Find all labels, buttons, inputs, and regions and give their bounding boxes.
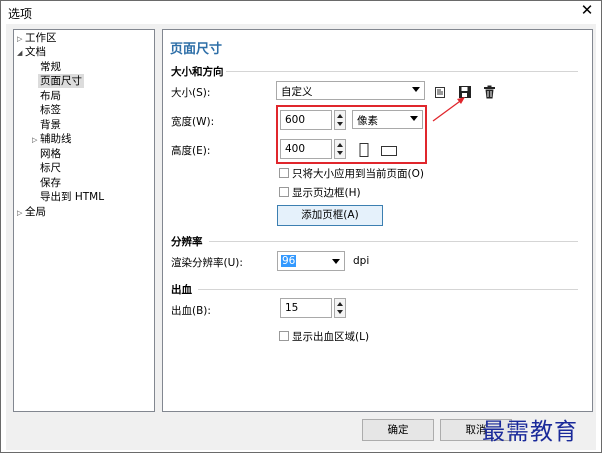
tree-item-label: 常规 — [40, 61, 61, 73]
expand-arrow-icon: ▷ — [32, 136, 38, 144]
section-title-bleed: 出血 — [171, 284, 192, 296]
dpi-unit: dpi — [353, 255, 370, 267]
tree-item-export-html[interactable]: 导出到 HTML — [40, 190, 104, 204]
size-dropdown-value: 自定义 — [281, 86, 313, 98]
tree-item-document[interactable]: ◢ 文档 — [17, 45, 46, 59]
section-divider — [226, 71, 578, 72]
tree-item-label: 页面尺寸 — [40, 75, 82, 87]
width-label: 宽度(W): — [171, 116, 215, 128]
tree-item-label: 保存 — [40, 177, 61, 189]
section-title-resolution: 分辨率 — [171, 236, 203, 248]
show-bleed-checkbox[interactable] — [279, 331, 289, 341]
tree-item-layout[interactable]: 布局 — [40, 89, 61, 103]
bleed-stepper[interactable] — [334, 298, 346, 318]
tree-item-label: 文档 — [25, 46, 46, 58]
tree-item-labels[interactable]: 标签 — [40, 103, 61, 117]
chevron-down-icon — [412, 87, 420, 92]
tree-item-label: 标签 — [40, 104, 61, 116]
trash-icon[interactable] — [483, 85, 496, 99]
tree-item-background[interactable]: 背景 — [40, 118, 61, 132]
section-divider — [209, 241, 578, 242]
expand-arrow-icon: ▷ — [17, 209, 23, 217]
page-title: 页面尺寸 — [170, 42, 223, 57]
render-resolution-dropdown[interactable]: 96 — [277, 251, 345, 271]
tree-item-label: 网格 — [40, 148, 61, 160]
tree-item-label: 辅助线 — [40, 133, 72, 145]
highlight-box — [276, 105, 427, 164]
tree-item-page-size[interactable]: 页面尺寸 — [38, 74, 84, 88]
size-label: 大小(S): — [171, 87, 211, 99]
tree-item-workspace[interactable]: ▷ 工作区 — [17, 31, 57, 45]
chevron-down-icon — [332, 259, 340, 264]
tree-item-grid[interactable]: 网格 — [40, 147, 61, 161]
expand-arrow-icon: ▷ — [17, 35, 23, 43]
tree-item-label: 导出到 HTML — [40, 191, 105, 203]
close-icon[interactable]: ✕ — [578, 2, 596, 18]
window-title: 选项 — [8, 7, 33, 21]
render-resolution-value: 96 — [281, 255, 297, 267]
apply-current-label: 只将大小应用到当前页面(O) — [292, 168, 424, 180]
section-divider — [198, 289, 578, 290]
render-resolution-label: 渲染分辨率(U): — [171, 257, 243, 269]
tree-item-label: 背景 — [40, 119, 61, 131]
bleed-input[interactable]: 15 — [280, 298, 332, 318]
tree-item-label: 工作区 — [25, 32, 57, 44]
tree-item-guidelines[interactable]: ▷ 辅助线 — [32, 132, 72, 146]
bleed-value: 15 — [285, 302, 299, 314]
apply-current-checkbox[interactable] — [279, 168, 289, 178]
spin-up-icon — [337, 302, 343, 306]
tree-item-rulers[interactable]: 标尺 — [40, 161, 61, 175]
add-frame-button[interactable]: 添加页框(A) — [277, 205, 383, 226]
ok-button[interactable]: 确定 — [362, 419, 434, 441]
show-bleed-label: 显示出血区域(L) — [292, 331, 370, 343]
tree-item-label: 布局 — [40, 90, 61, 102]
size-dropdown[interactable]: 自定义 — [276, 81, 425, 100]
tree-item-save[interactable]: 保存 — [40, 176, 61, 190]
spin-down-icon — [337, 310, 343, 314]
section-title-size: 大小和方向 — [171, 66, 224, 78]
collapse-arrow-icon: ◢ — [17, 49, 23, 57]
options-tree: ▷ 工作区 ◢ 文档 常规 页面尺寸 布局 标签 背景 ▷ 辅助线 网格 标尺 保存 … — [13, 29, 155, 412]
tree-item-label: 全局 — [25, 206, 46, 218]
tree-item-label: 标尺 — [40, 162, 61, 174]
tree-item-general[interactable]: 常规 — [40, 60, 61, 74]
height-label: 高度(E): — [171, 145, 211, 157]
title-bar: 选项 — [1, 1, 601, 21]
show-border-checkbox[interactable] — [279, 187, 289, 197]
annotation-arrow-icon — [432, 97, 465, 122]
watermark: 最需教育 — [482, 419, 578, 445]
bleed-label: 出血(B): — [171, 305, 211, 317]
show-border-label: 显示页边框(H) — [292, 187, 361, 199]
tree-item-global[interactable]: ▷ 全局 — [17, 205, 46, 219]
